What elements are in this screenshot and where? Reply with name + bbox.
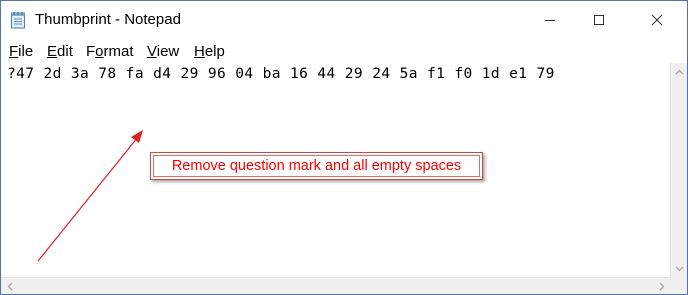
close-icon xyxy=(651,14,663,26)
scroll-up-button[interactable] xyxy=(671,63,688,80)
vertical-scrollbar[interactable] xyxy=(670,63,687,277)
window-title: Thumbprint - Notepad xyxy=(35,11,181,28)
scroll-right-button[interactable] xyxy=(653,278,670,295)
scroll-left-button[interactable] xyxy=(1,278,18,295)
menu-edit-accel: E xyxy=(47,43,58,60)
menu-help[interactable]: Help xyxy=(194,43,225,60)
menu-format-label: rmat xyxy=(103,43,134,60)
menu-edit-label: dit xyxy=(57,43,73,60)
menu-view-accel: V xyxy=(147,43,157,60)
annotation-callout: Remove question mark and all empty space… xyxy=(150,152,483,180)
menu-format[interactable]: Format xyxy=(86,43,134,60)
chevron-left-icon xyxy=(7,282,12,291)
callout-text: Remove question mark and all empty space… xyxy=(171,158,462,174)
chevron-up-icon xyxy=(675,69,684,74)
menu-file[interactable]: File xyxy=(9,43,33,60)
notepad-icon xyxy=(11,12,25,29)
menu-file-accel: F xyxy=(9,43,19,60)
menu-bar: File Edit Format View Help xyxy=(1,39,687,63)
menu-help-label: elp xyxy=(204,43,225,60)
minimize-button[interactable] xyxy=(527,1,573,39)
menu-view-label: iew xyxy=(156,43,180,60)
menu-format-pre: F xyxy=(86,43,96,60)
maximize-icon xyxy=(594,15,604,25)
maximize-button[interactable] xyxy=(576,1,622,39)
menu-file-label: ile xyxy=(18,43,34,60)
title-bar[interactable]: Thumbprint - Notepad xyxy=(1,1,687,39)
scrollbar-corner xyxy=(670,277,687,294)
menu-format-accel: o xyxy=(95,43,104,60)
chevron-down-icon xyxy=(675,266,684,271)
notepad-window: Thumbprint - Notepad File Edit Format Vi… xyxy=(0,0,688,295)
editor-content[interactable]: ?47 2d 3a 78 fa d4 29 96 04 ba 16 44 29 … xyxy=(7,66,555,82)
horizontal-scrollbar[interactable] xyxy=(1,277,670,294)
menu-edit[interactable]: Edit xyxy=(47,43,73,60)
close-button[interactable] xyxy=(634,1,680,39)
chevron-right-icon xyxy=(659,282,664,291)
minimize-icon xyxy=(545,20,555,21)
menu-help-accel: H xyxy=(194,43,205,60)
menu-view[interactable]: View xyxy=(147,43,179,60)
scroll-down-button[interactable] xyxy=(671,260,688,277)
